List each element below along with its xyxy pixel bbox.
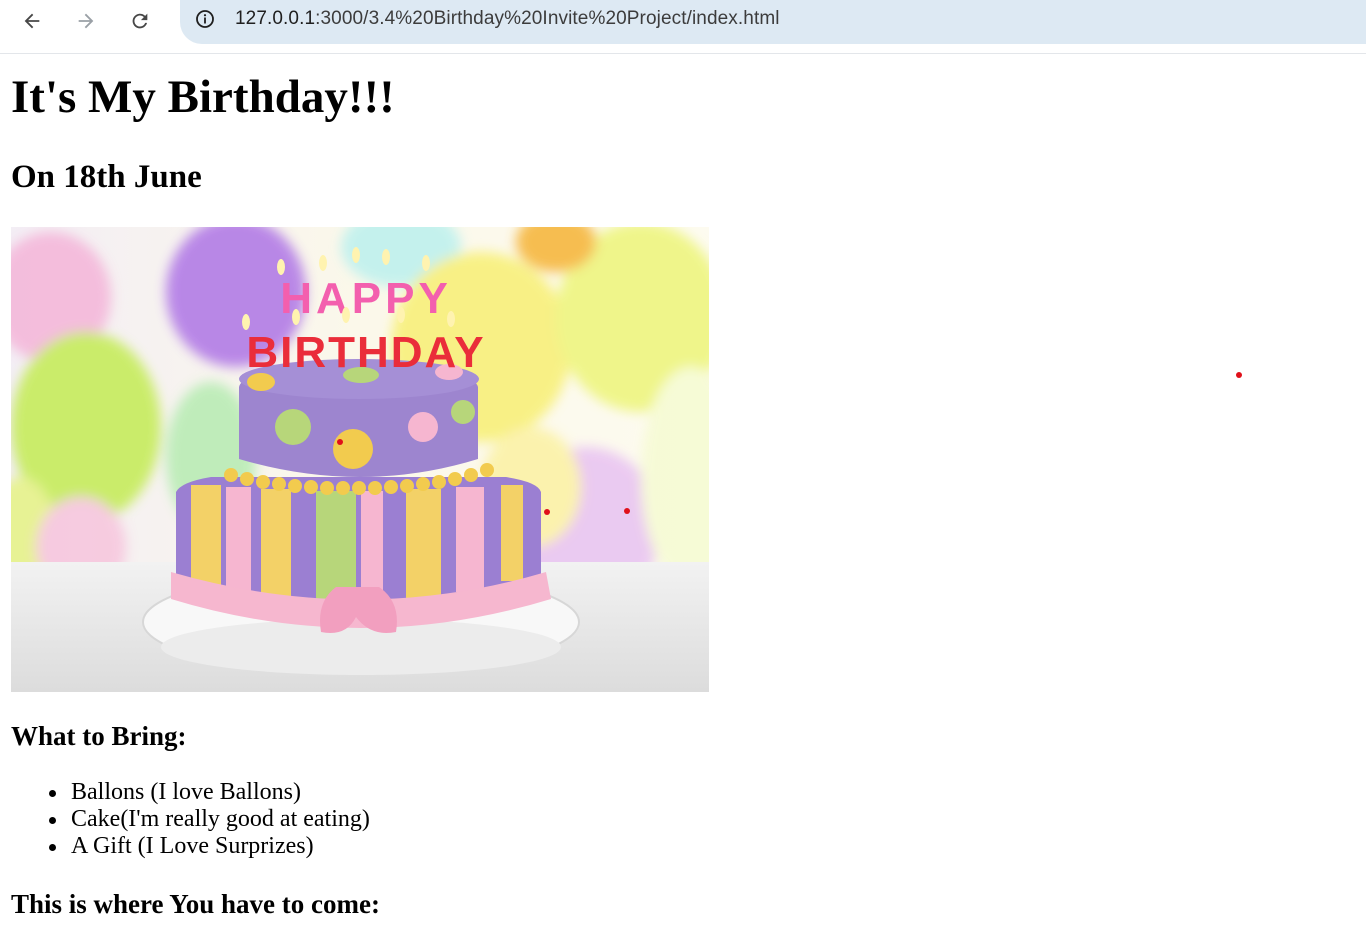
list-item: Ballons (I love Ballons) <box>49 779 370 806</box>
location-heading: This is where You have to come: <box>11 889 380 919</box>
url-host: 127.0.0.1 <box>235 8 316 29</box>
what-to-bring-heading: What to Bring: <box>11 721 187 751</box>
red-marker-dot <box>624 508 630 514</box>
forward-button[interactable] <box>69 6 103 36</box>
red-marker-dot <box>337 439 343 445</box>
forward-arrow-icon <box>78 13 94 29</box>
red-marker-dot <box>544 509 550 515</box>
site-info-icon[interactable] <box>195 9 215 29</box>
event-date: On 18th June <box>11 159 202 195</box>
candle-text-birthday: BIRTHDAY <box>246 328 485 377</box>
reload-button[interactable] <box>123 6 157 36</box>
browser-toolbar: 127.0.0.1:3000/3.4%20Birthday%20Invite%2… <box>0 0 1366 54</box>
candle-text-happy: HAPPY <box>280 274 452 323</box>
url-text[interactable]: 127.0.0.1:3000/3.4%20Birthday%20Invite%2… <box>235 8 780 30</box>
red-marker-dot <box>1236 372 1242 378</box>
address-bar[interactable]: 127.0.0.1:3000/3.4%20Birthday%20Invite%2… <box>180 0 1366 44</box>
url-path: :3000/3.4%20Birthday%20Invite%20Project/… <box>315 8 780 29</box>
birthday-cake-image: HAPPY BIRTHDAY <box>11 227 709 692</box>
list-item: A Gift (I Love Surprizes) <box>49 833 370 860</box>
list-item: Cake(I'm really good at eating) <box>49 806 370 833</box>
back-button[interactable] <box>15 6 49 36</box>
bring-list: Ballons (I love Ballons) Cake(I'm really… <box>49 779 370 860</box>
page-title: It's My Birthday!!! <box>11 71 395 123</box>
reload-icon <box>132 13 148 29</box>
back-arrow-icon <box>24 13 40 29</box>
